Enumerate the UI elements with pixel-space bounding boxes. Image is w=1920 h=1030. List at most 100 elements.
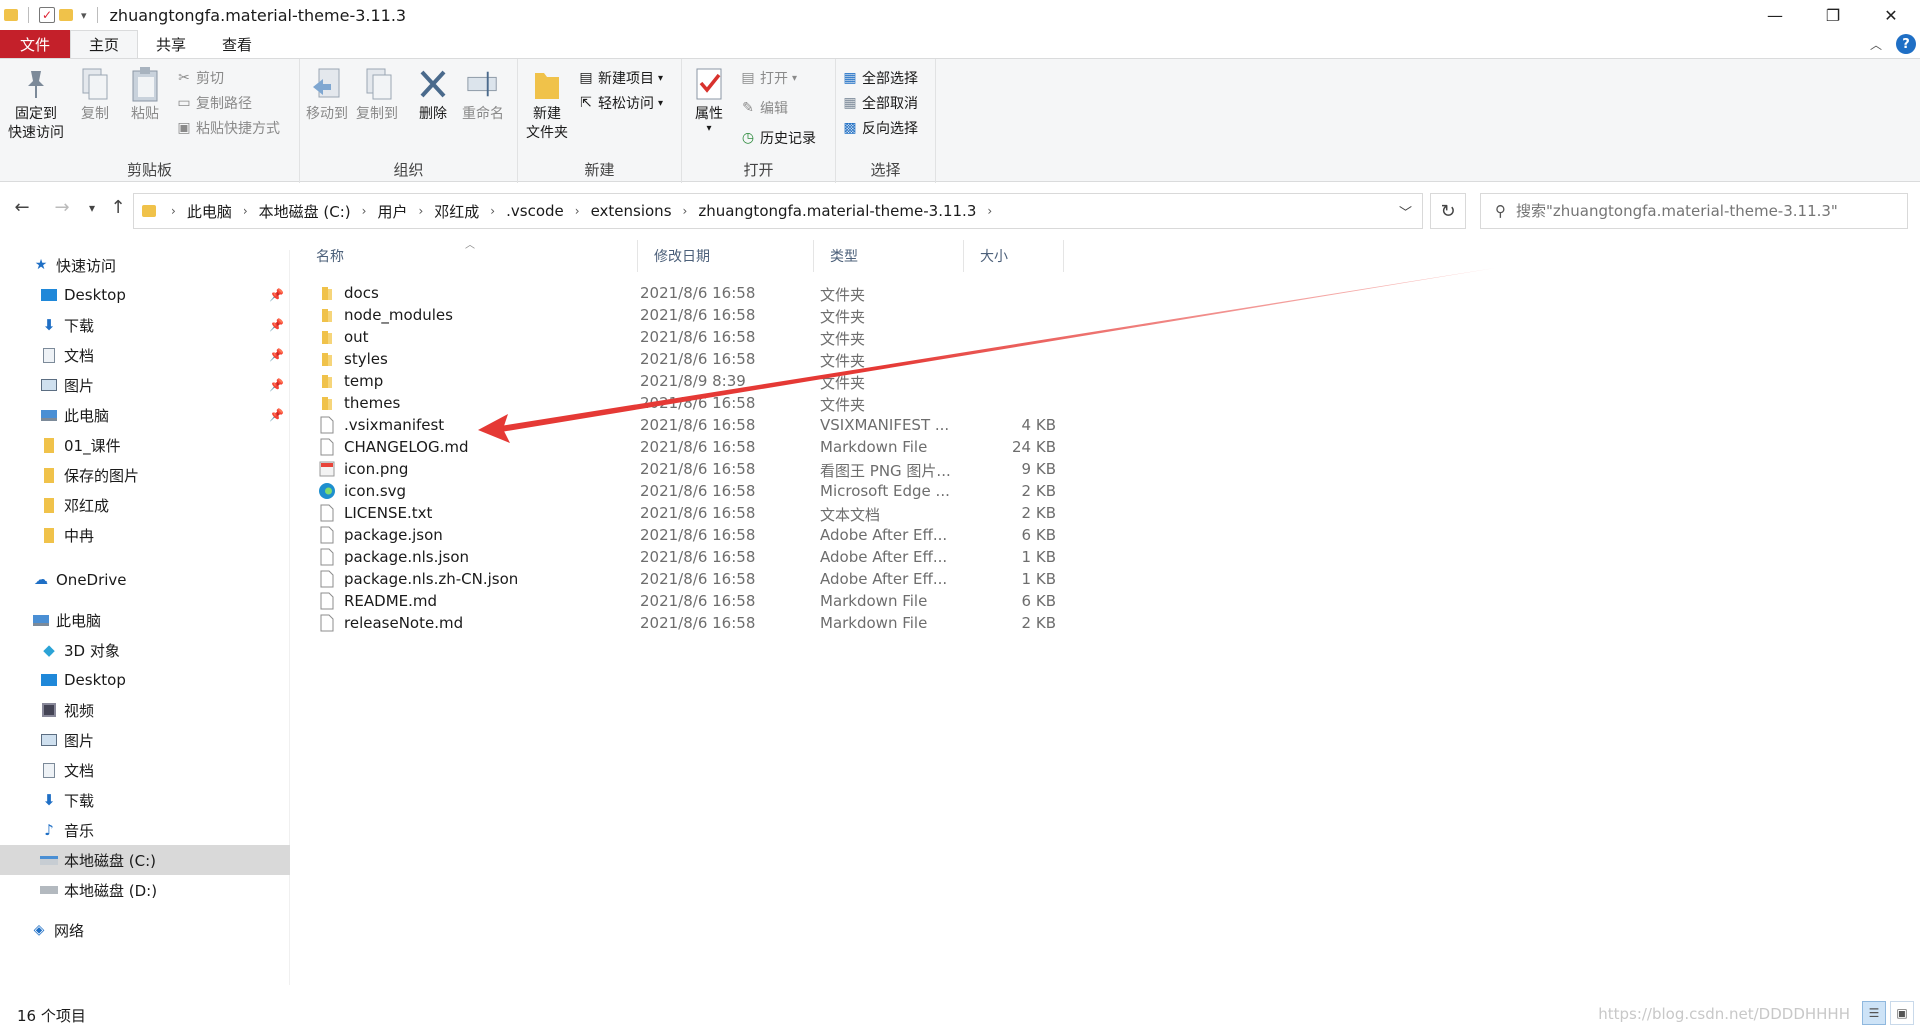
table-row[interactable]: releaseNote.md 2021/8/6 16:58 Markdown Fil… xyxy=(300,610,1060,637)
properties-button[interactable]: 属性 ▾ xyxy=(692,65,726,134)
sidebar-item-network[interactable]: ◈ 网络 xyxy=(0,915,290,945)
pin-icon[interactable]: 📌 xyxy=(269,288,284,302)
new-folder-icon[interactable] xyxy=(59,9,73,21)
pin-icon[interactable]: 📌 xyxy=(269,408,284,422)
large-icons-view-icon[interactable]: ▣ xyxy=(1890,1001,1914,1025)
tab-file[interactable]: 文件 xyxy=(0,30,70,58)
sidebar-item-pc[interactable]: Desktop xyxy=(0,665,290,695)
breadcrumb-item[interactable]: zhuangtongfa.material-theme-3.11.3 xyxy=(698,202,976,220)
copy-path-button[interactable]: ▭ 复制路径 xyxy=(176,92,252,114)
open-button[interactable]: ▤ 打开 ▾ xyxy=(740,67,797,89)
new-item-button[interactable]: ▤ 新建项目 ▾ xyxy=(578,67,663,89)
file-date: 2021/8/6 16:58 xyxy=(640,416,756,434)
file-date: 2021/8/6 16:58 xyxy=(640,526,756,544)
sidebar-item-quick[interactable]: 图片 📌 xyxy=(0,370,290,400)
column-header-type[interactable]: 类型 xyxy=(814,240,964,272)
file-name: themes xyxy=(344,394,401,412)
pin-to-quick-access-button[interactable]: 固定到 快速访问 xyxy=(8,65,64,143)
chevron-right-icon[interactable]: › xyxy=(987,204,992,218)
sidebar-item-pc[interactable]: ⬇ 下载 xyxy=(0,785,290,815)
invert-selection-button[interactable]: ▩ 反向选择 xyxy=(842,117,918,139)
breadcrumb-item[interactable]: 此电脑 xyxy=(187,201,232,222)
sidebar-item-quick[interactable]: 邓红成 xyxy=(0,490,290,520)
select-none-button[interactable]: ▦ 全部取消 xyxy=(842,92,918,114)
pin-icon[interactable]: 📌 xyxy=(269,348,284,362)
search-input[interactable] xyxy=(1516,202,1876,220)
breadcrumb-item[interactable]: .vscode xyxy=(506,202,564,220)
address-bar[interactable]: › 此电脑 › 本地磁盘 (C:) › 用户 › 邓红成 › .vscode › extension… xyxy=(133,193,1423,229)
history-button[interactable]: ◷ 历史记录 xyxy=(740,127,816,149)
minimize-button[interactable]: — xyxy=(1746,0,1804,30)
column-header-date[interactable]: 修改日期 xyxy=(638,240,814,272)
breadcrumb-item[interactable]: 用户 xyxy=(377,201,407,222)
tab-home[interactable]: 主页 xyxy=(70,30,139,58)
sidebar-item-pc[interactable]: ♪ 音乐 xyxy=(0,815,290,845)
up-arrow-icon[interactable]: ↑ xyxy=(106,197,130,218)
sidebar-item-onedrive[interactable]: ☁ OneDrive xyxy=(0,565,290,595)
chevron-right-icon[interactable]: › xyxy=(418,204,423,218)
back-arrow-icon[interactable]: ← xyxy=(10,197,34,218)
tab-share[interactable]: 共享 xyxy=(138,30,204,58)
cut-button[interactable]: ✂ 剪切 xyxy=(176,67,224,89)
sidebar-item-quick[interactable]: 中冉 xyxy=(0,520,290,550)
close-button[interactable]: ✕ xyxy=(1862,0,1920,30)
collapse-ribbon-icon[interactable]: ︿ xyxy=(1870,36,1882,53)
forward-arrow-icon[interactable]: → xyxy=(50,197,74,218)
sidebar-item-this-pc[interactable]: 此电脑 xyxy=(0,605,290,635)
copy-to-button[interactable]: 复制到 xyxy=(356,65,398,124)
chevron-right-icon[interactable]: › xyxy=(490,204,495,218)
edit-button[interactable]: ✎ 编辑 xyxy=(740,97,788,119)
chevron-right-icon[interactable]: › xyxy=(575,204,580,218)
folder-icon xyxy=(40,527,58,543)
sidebar-item-pc[interactable]: 文档 xyxy=(0,755,290,785)
folder-icon xyxy=(40,497,58,513)
search-box[interactable]: ⚲ xyxy=(1480,193,1908,229)
new-folder-button[interactable]: 新建 文件夹 xyxy=(526,65,568,143)
sidebar-item-quick[interactable]: 保存的图片 xyxy=(0,460,290,490)
json-file-icon xyxy=(318,570,336,588)
sidebar-item-quick[interactable]: ⬇ 下载 📌 xyxy=(0,310,290,340)
chevron-down-icon[interactable]: ▾ xyxy=(81,9,87,22)
sidebar-item-quick[interactable]: Desktop 📌 xyxy=(0,280,290,310)
history-icon: ◷ xyxy=(741,130,755,146)
sidebar-item-pc[interactable]: 本地磁盘 (C:) xyxy=(0,845,290,875)
column-header-size[interactable]: 大小 xyxy=(964,240,1064,272)
column-header-name[interactable]: 名称 ︿ xyxy=(300,240,638,272)
breadcrumb-item[interactable]: 本地磁盘 (C:) xyxy=(259,201,351,222)
restore-button[interactable]: ❐ xyxy=(1804,0,1862,30)
sidebar-item-pc[interactable]: 图片 xyxy=(0,725,290,755)
watermark: https://blog.csdn.net/DDDDHHHH xyxy=(1598,1005,1850,1023)
sidebar-item-quick[interactable]: 01_课件 xyxy=(0,430,290,460)
paste-shortcut-button[interactable]: ▣ 粘贴快捷方式 xyxy=(176,117,280,139)
easy-access-button[interactable]: ⇱ 轻松访问 ▾ xyxy=(578,92,663,114)
sidebar-item-quick[interactable]: 文档 📌 xyxy=(0,340,290,370)
breadcrumb-item[interactable]: 邓红成 xyxy=(434,201,479,222)
file-name: package.nls.json xyxy=(344,548,470,566)
chevron-right-icon[interactable]: › xyxy=(683,204,688,218)
paste-button[interactable]: 粘贴 xyxy=(128,65,162,124)
copy-button[interactable]: 复制 xyxy=(78,65,112,124)
chevron-right-icon[interactable]: › xyxy=(362,204,367,218)
sidebar-item-quick-access[interactable]: ★ 快速访问 xyxy=(0,250,290,280)
refresh-button[interactable]: ↻ xyxy=(1430,193,1466,229)
sidebar-item-quick[interactable]: 此电脑 📌 xyxy=(0,400,290,430)
chevron-right-icon[interactable]: › xyxy=(243,204,248,218)
file-type: Markdown File xyxy=(820,592,928,610)
breadcrumb-item[interactable]: extensions xyxy=(591,202,672,220)
delete-button[interactable]: 删除 xyxy=(416,65,450,124)
rename-button[interactable]: 重命名 xyxy=(462,65,504,124)
sidebar-item-pc[interactable]: 本地磁盘 (D:) xyxy=(0,875,290,905)
help-icon[interactable]: ? xyxy=(1896,34,1916,54)
pin-icon[interactable]: 📌 xyxy=(269,378,284,392)
folder-icon xyxy=(4,9,18,21)
tab-view[interactable]: 查看 xyxy=(204,30,270,58)
properties-icon[interactable]: ✓ xyxy=(39,7,55,23)
move-to-button[interactable]: 移动到 xyxy=(306,65,348,124)
details-view-icon[interactable]: ☰ xyxy=(1862,1001,1886,1025)
sidebar-item-pc[interactable]: 视频 xyxy=(0,695,290,725)
select-all-button[interactable]: ▦ 全部选择 xyxy=(842,67,918,89)
address-dropdown-icon[interactable]: ﹀ xyxy=(1399,202,1412,221)
pin-icon[interactable]: 📌 xyxy=(269,318,284,332)
sidebar-item-pc[interactable]: ◆ 3D 对象 xyxy=(0,635,290,665)
recent-locations-chevron-icon[interactable]: ▾ xyxy=(80,201,104,215)
